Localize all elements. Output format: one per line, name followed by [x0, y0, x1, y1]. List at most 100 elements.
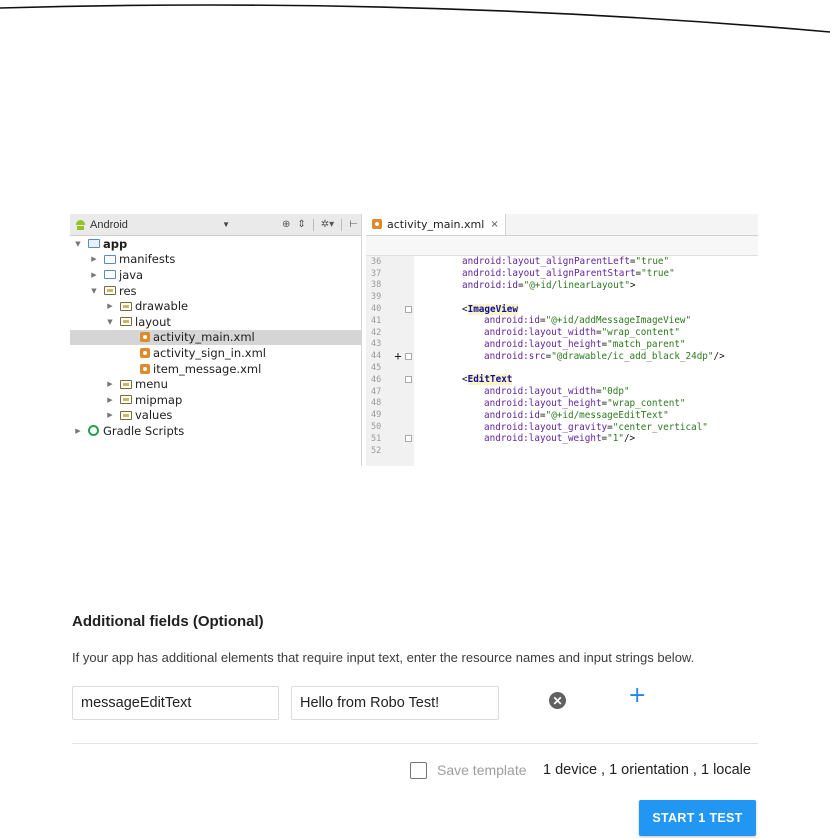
code-text: android:layout_alignParentStart="true": [462, 268, 675, 279]
line-number: 43: [371, 339, 382, 350]
code-text: android:layout_height="wrap_content": [484, 398, 686, 409]
add-field-icon[interactable]: +: [628, 683, 646, 708]
code-area[interactable]: 36 android:layout_alignParentLeft="true" 3…: [366, 256, 758, 466]
tag-close: />: [713, 350, 725, 362]
gear-icon[interactable]: ✲▾: [321, 219, 334, 230]
start-test-button[interactable]: START 1 TEST: [639, 800, 756, 836]
collapse-arrow-icon: ▶: [107, 380, 113, 389]
res-folder-icon: [120, 317, 132, 327]
fold-toggle-icon[interactable]: [405, 435, 412, 443]
editor-breadcrumb-bar: [366, 236, 758, 256]
attribute-name: android:layout_alignParentLeft: [462, 256, 630, 268]
code-line: 46 <EditText: [366, 374, 758, 386]
code-text: android:layout_width="wrap_content": [484, 327, 680, 338]
line-number: 49: [371, 410, 382, 421]
code-text: android:layout_alignParentLeft="true": [462, 256, 669, 267]
collapse-arrow-icon: ▶: [75, 426, 81, 435]
collapse-arrow-icon: ▶: [91, 270, 97, 279]
line-number: 47: [371, 386, 382, 397]
line-number: 46: [371, 374, 382, 385]
tag-close: />: [623, 433, 636, 445]
xml-file-icon: [372, 219, 382, 229]
code-text: <EditText: [462, 374, 513, 386]
remove-field-icon[interactable]: ✕: [549, 692, 566, 709]
expand-arrow-icon: ▼: [75, 239, 81, 248]
sync-icon[interactable]: ⊕: [282, 219, 290, 230]
tree-item-gradle-scripts[interactable]: ▶ Gradle Scripts: [70, 423, 361, 439]
fold-toggle-icon[interactable]: [405, 305, 412, 313]
collapse-icon[interactable]: ⇕: [297, 219, 305, 230]
collapse-arrow-icon: ▶: [107, 302, 113, 311]
code-text: android:layout_height="match_parent": [484, 339, 686, 350]
line-number: 38: [371, 280, 382, 291]
code-line: 37 android:layout_alignParentStart="true": [366, 268, 758, 280]
project-tree: ▼ app ▶ manifests ▶ java ▼ res ▶ drawabl…: [70, 236, 361, 439]
tree-item-manifests[interactable]: ▶ manifests: [70, 252, 361, 268]
tree-item-drawable[interactable]: ▶ drawable: [70, 298, 361, 314]
tag-name: ImageView: [467, 303, 518, 315]
resource-name-input[interactable]: messageEditText: [72, 686, 279, 720]
folder-icon: [104, 254, 116, 264]
attribute-name: android:layout_weight: [484, 433, 602, 445]
code-text: android:layout_width="0dp": [484, 386, 630, 397]
code-line: 48 android:layout_height="wrap_content": [366, 398, 758, 410]
tree-item-values[interactable]: ▶ values: [70, 408, 361, 424]
tag-bracket: <: [462, 303, 468, 315]
editor-tab-bar: activity_main.xml ×: [366, 214, 758, 236]
code-text: android:id="@+id/messageEditText": [484, 410, 669, 421]
tree-item-java[interactable]: ▶ java: [70, 267, 361, 283]
code-editor: activity_main.xml × 36 android:layout_ali…: [366, 214, 758, 466]
fold-toggle-icon[interactable]: [405, 352, 412, 360]
line-number: 52: [371, 445, 382, 456]
line-number: 41: [371, 315, 382, 326]
attribute-name: android:layout_width: [484, 327, 596, 339]
code-line: 51 android:layout_weight="1"/>: [366, 433, 758, 445]
attribute-value: "true": [641, 268, 675, 280]
code-line: 49 android:id="@+id/messageEditText": [366, 409, 758, 421]
project-panel: Android ▼ ⊕ ⇕ ✲▾ ⊢ ▼ app ▶ manifests ▶ j…: [70, 214, 362, 466]
code-line: 43 android:layout_height="match_parent": [366, 339, 758, 351]
tree-item-app[interactable]: ▼ app: [70, 236, 361, 252]
expand-arrow-icon: ▼: [107, 317, 113, 326]
attribute-name: android:id: [484, 409, 540, 421]
res-folder-icon: [120, 395, 132, 405]
code-text: <ImageView: [462, 303, 518, 315]
attribute-value: "@+id/messageEditText": [545, 409, 669, 421]
line-number: 44: [371, 351, 382, 362]
test-summary: 1 device , 1 orientation , 1 locale: [543, 762, 751, 778]
folder-icon: [104, 270, 116, 280]
hide-panel-icon[interactable]: ⊢: [349, 219, 358, 230]
save-template-checkbox[interactable]: [410, 762, 427, 779]
tree-item-mipmap[interactable]: ▶ mipmap: [70, 392, 361, 408]
attribute-value: "match_parent": [607, 338, 686, 350]
fold-toggle-icon[interactable]: [405, 376, 412, 384]
res-folder-icon: [120, 410, 132, 420]
code-text: android:layout_gravity="center_vertical": [484, 422, 708, 433]
code-text: android:id="@+id/linearLayout">: [462, 280, 636, 291]
attribute-value: "1": [607, 433, 624, 445]
close-icon[interactable]: ×: [490, 219, 498, 230]
attribute-value: "wrap_content": [601, 327, 680, 339]
tree-item-activity-main[interactable]: activity_main.xml: [70, 329, 361, 346]
tree-item-res[interactable]: ▼ res: [70, 283, 361, 299]
line-number: 36: [371, 256, 382, 267]
line-number: 51: [371, 433, 382, 444]
code-line: 44 + android:src="@drawable/ic_add_black_2…: [366, 349, 758, 363]
attribute-name: android:layout_height: [484, 397, 602, 409]
android-icon: [76, 219, 85, 230]
project-view-selector[interactable]: Android ▼: [76, 219, 236, 231]
chevron-down-icon: ▼: [222, 220, 230, 229]
attribute-name: android:layout_height: [484, 338, 602, 350]
input-string-input[interactable]: Hello from Robo Test!: [291, 686, 499, 720]
tree-item-item-message[interactable]: item_message.xml: [70, 361, 361, 377]
line-number: 39: [371, 292, 382, 303]
attribute-value: "@drawable/ic_add_black_24dp": [551, 350, 714, 362]
tree-item-activity-sign-in[interactable]: activity_sign_in.xml: [70, 345, 361, 361]
attribute-value: "true": [635, 256, 670, 268]
line-number: 50: [371, 422, 382, 433]
tree-item-menu[interactable]: ▶ menu: [70, 376, 361, 392]
project-toolbar: Android ▼ ⊕ ⇕ ✲▾ ⊢: [70, 214, 361, 236]
collapse-arrow-icon: ▶: [91, 255, 97, 264]
tree-item-layout[interactable]: ▼ layout: [70, 314, 361, 330]
tab-activity-main[interactable]: activity_main.xml ×: [366, 214, 506, 235]
